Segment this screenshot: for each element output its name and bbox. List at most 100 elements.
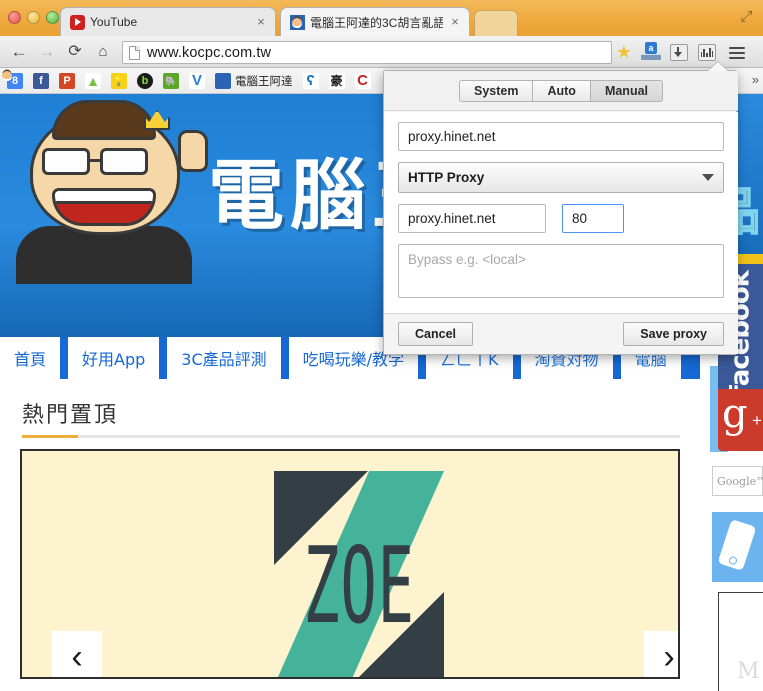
mascot-illustration — [8, 96, 218, 284]
proxy-settings-popup: System Auto Manual HTTP Proxy Cancel Sav… — [383, 70, 738, 355]
ruler-base — [641, 54, 661, 60]
bookmark-kocpc[interactable]: 電腦王阿達 — [212, 71, 296, 91]
window-traffic-lights — [8, 11, 59, 24]
cancel-button[interactable]: Cancel — [398, 322, 473, 346]
facebook-icon: f — [33, 72, 49, 89]
close-icon[interactable]: × — [253, 14, 269, 30]
browser-tab-kocpc[interactable]: 電腦王阿達的3C胡言亂語 × — [280, 7, 470, 36]
nav-tab-home[interactable]: 首頁 — [0, 337, 61, 379]
bookmark-google-drive[interactable]: ▲ — [82, 71, 104, 91]
proxy-mode-auto[interactable]: Auto — [532, 79, 591, 102]
bookmark-keep[interactable]: 💡 — [108, 71, 130, 91]
proxy-form: HTTP Proxy — [384, 112, 738, 315]
bookmark-evernote[interactable]: 🐘 — [160, 71, 182, 91]
hero-carousel[interactable]: ZOE ‹ › — [20, 449, 680, 679]
rail-card-letter: M — [737, 659, 760, 684]
close-window-button[interactable] — [8, 11, 21, 24]
fullscreen-icon[interactable]: ⤢ — [738, 8, 755, 25]
bookmark-vimeo[interactable]: V — [186, 71, 208, 91]
proxy-popup-footer: Cancel Save proxy — [384, 313, 738, 354]
vimeo-icon: V — [189, 72, 205, 89]
section-title: 熱門置頂 — [22, 403, 119, 428]
mascot-hand — [178, 130, 208, 172]
kocpc-icon — [290, 14, 305, 30]
page-icon — [129, 45, 140, 60]
mascot-hair — [52, 100, 156, 140]
proxy-port-input[interactable] — [562, 204, 624, 233]
carousel-next-button[interactable]: › — [644, 631, 678, 677]
proxy-protocol-select[interactable]: HTTP Proxy — [398, 162, 724, 193]
google-plus-suffix: + — [752, 411, 762, 430]
youtube-icon — [70, 14, 85, 30]
proxy-bypass-input[interactable] — [398, 244, 724, 298]
bookmarks-overflow-icon[interactable]: » — [752, 72, 759, 87]
bitly-icon: b — [137, 72, 153, 89]
nav-tab-apps[interactable]: 好用App — [68, 337, 160, 379]
close-icon[interactable]: × — [447, 14, 463, 30]
hao-icon: 豪 — [328, 72, 345, 89]
bookmark-star-icon[interactable]: ★ — [613, 42, 635, 63]
bookmark-label: 電腦王阿達 — [235, 75, 293, 88]
ruler-extension-icon[interactable]: a — [640, 42, 662, 63]
kocpc-icon — [215, 72, 231, 89]
pac-url-input[interactable] — [398, 122, 724, 151]
proxy-protocol-value: HTTP Proxy — [408, 170, 485, 185]
download-extension-icon[interactable] — [668, 42, 690, 63]
zoom-window-button[interactable] — [46, 11, 59, 24]
mascot-glasses-right — [100, 148, 148, 175]
menu-icon[interactable] — [726, 42, 748, 63]
bookmark-powerpoint[interactable]: P — [56, 71, 78, 91]
bookmark-bitly[interactable]: b — [134, 71, 156, 91]
proxy-protocol-row: HTTP Proxy — [398, 162, 724, 193]
mascot-glasses-left — [42, 148, 90, 175]
page-content: 熱門置頂 ZOE ‹ › — [0, 379, 700, 691]
browser-tab-label: YouTube — [90, 15, 138, 29]
proxy-mode-system[interactable]: System — [458, 79, 534, 102]
google-drive-icon: ▲ — [85, 72, 101, 89]
save-proxy-button[interactable]: Save proxy — [623, 322, 724, 346]
back-button[interactable]: ← — [8, 42, 30, 63]
google-plus-icon: g — [722, 391, 748, 437]
browser-tab-youtube[interactable]: YouTube × — [60, 7, 276, 36]
chevron-down-icon — [702, 174, 714, 181]
browser-window: YouTube × 電腦王阿達的3C胡言亂語 × ⤢ ← → ⟳ ⌂ www.k… — [0, 0, 763, 691]
download-arrow — [674, 47, 682, 57]
minimize-window-button[interactable] — [27, 11, 40, 24]
carousel-prev-button[interactable]: ‹ — [52, 631, 102, 677]
rail-article-card[interactable]: M — [718, 592, 763, 691]
reload-button[interactable]: ⟳ — [64, 42, 86, 63]
keep-icon: 💡 — [111, 72, 127, 89]
proxy-extension-icon[interactable] — [696, 42, 718, 63]
ruler-badge: a — [645, 42, 657, 54]
popup-arrow — [708, 62, 728, 71]
evernote-icon: 🐘 — [163, 72, 179, 89]
google-plus-widget-tab[interactable]: g + — [718, 389, 763, 451]
new-tab-button[interactable] — [474, 10, 518, 36]
nav-tab-reviews[interactable]: 3C產品評測 — [167, 337, 281, 379]
google-search-box[interactable]: Google™ 自 — [712, 466, 763, 496]
browser-tab-label: 電腦王阿達的3C胡言亂語 — [310, 15, 443, 30]
home-button[interactable]: ⌂ — [92, 42, 114, 63]
google-search-label: Google™ 自 — [717, 475, 763, 488]
mascot-glasses-bridge — [90, 159, 100, 162]
bookmark-facebook[interactable]: f — [30, 71, 52, 91]
proxy-host-input[interactable] — [398, 204, 546, 233]
proxy-mode-manual[interactable]: Manual — [589, 79, 663, 102]
smartphone-icon — [717, 519, 757, 571]
browser-toolbar: ← → ⟳ ⌂ www.kocpc.com.tw ★ a — [0, 36, 763, 68]
mascot-mouth — [52, 188, 156, 226]
zoe-logo: ZOE — [274, 471, 444, 677]
url-text: www.kocpc.com.tw — [147, 44, 272, 61]
bookmark-hao[interactable]: 豪 — [326, 71, 348, 91]
forward-button[interactable]: → — [36, 42, 58, 63]
address-bar[interactable]: www.kocpc.com.tw — [122, 41, 612, 64]
zoe-wordmark: ZOE — [303, 524, 415, 647]
bookmark-c[interactable]: C — [352, 71, 374, 91]
proxy-host-port-row — [398, 204, 724, 233]
phone-ad-banner[interactable] — [712, 512, 763, 582]
c-bookmark-icon: C — [354, 72, 371, 89]
powerpoint-icon: P — [59, 72, 75, 89]
tab-strip: YouTube × 電腦王阿達的3C胡言亂語 × ⤢ — [0, 0, 763, 36]
bookmark-blue[interactable]: ʕ — [300, 71, 322, 91]
proxy-bars — [698, 44, 716, 61]
